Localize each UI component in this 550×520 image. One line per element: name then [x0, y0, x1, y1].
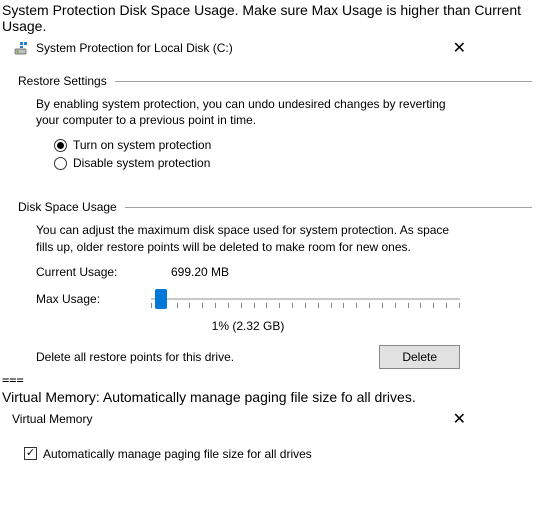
radio-icon	[54, 139, 67, 152]
window-title: Virtual Memory	[12, 412, 445, 426]
drive-protect-icon	[14, 40, 30, 56]
section-separator: ===	[0, 373, 550, 387]
radio-label: Disable system protection	[73, 156, 210, 170]
close-icon[interactable]: ✕	[445, 409, 474, 429]
divider	[115, 81, 532, 82]
current-usage-value: 699.20 MB	[171, 265, 229, 279]
checkbox-icon	[24, 447, 37, 460]
radio-icon	[54, 157, 67, 170]
instruction-virtual-memory: Virtual Memory: Automatically manage pag…	[0, 387, 550, 407]
disk-space-description: You can adjust the maximum disk space us…	[36, 222, 460, 254]
auto-manage-checkbox-row[interactable]: Automatically manage paging file size fo…	[24, 447, 532, 461]
instruction-system-protection: System Protection Disk Space Usage. Make…	[0, 0, 550, 36]
slider-track	[151, 298, 460, 300]
max-usage-value: 1% (2.32 GB)	[36, 319, 460, 333]
max-usage-slider[interactable]	[151, 287, 460, 311]
slider-thumb[interactable]	[155, 289, 167, 309]
radio-turn-on[interactable]: Turn on system protection	[54, 138, 460, 152]
delete-button[interactable]: Delete	[379, 345, 460, 369]
restore-settings-label: Restore Settings	[18, 74, 107, 88]
restore-description: By enabling system protection, you can u…	[36, 96, 460, 128]
radio-disable[interactable]: Disable system protection	[54, 156, 460, 170]
virtual-memory-titlebar: Virtual Memory ✕	[0, 407, 550, 431]
window-title: System Protection for Local Disk (C:)	[36, 41, 439, 55]
close-icon[interactable]: ✕	[445, 38, 474, 58]
radio-label: Turn on system protection	[73, 138, 211, 152]
disk-space-label: Disk Space Usage	[18, 200, 117, 214]
system-protection-titlebar: System Protection for Local Disk (C:) ✕	[0, 36, 550, 60]
checkbox-label: Automatically manage paging file size fo…	[43, 447, 312, 461]
max-usage-label: Max Usage:	[36, 292, 141, 306]
disk-space-header: Disk Space Usage	[18, 200, 532, 214]
divider	[125, 207, 532, 208]
current-usage-label: Current Usage:	[36, 265, 141, 279]
current-usage-row: Current Usage: 699.20 MB	[36, 265, 460, 279]
slider-ticks	[151, 303, 460, 309]
delete-description: Delete all restore points for this drive…	[36, 350, 234, 364]
restore-settings-header: Restore Settings	[18, 74, 532, 88]
